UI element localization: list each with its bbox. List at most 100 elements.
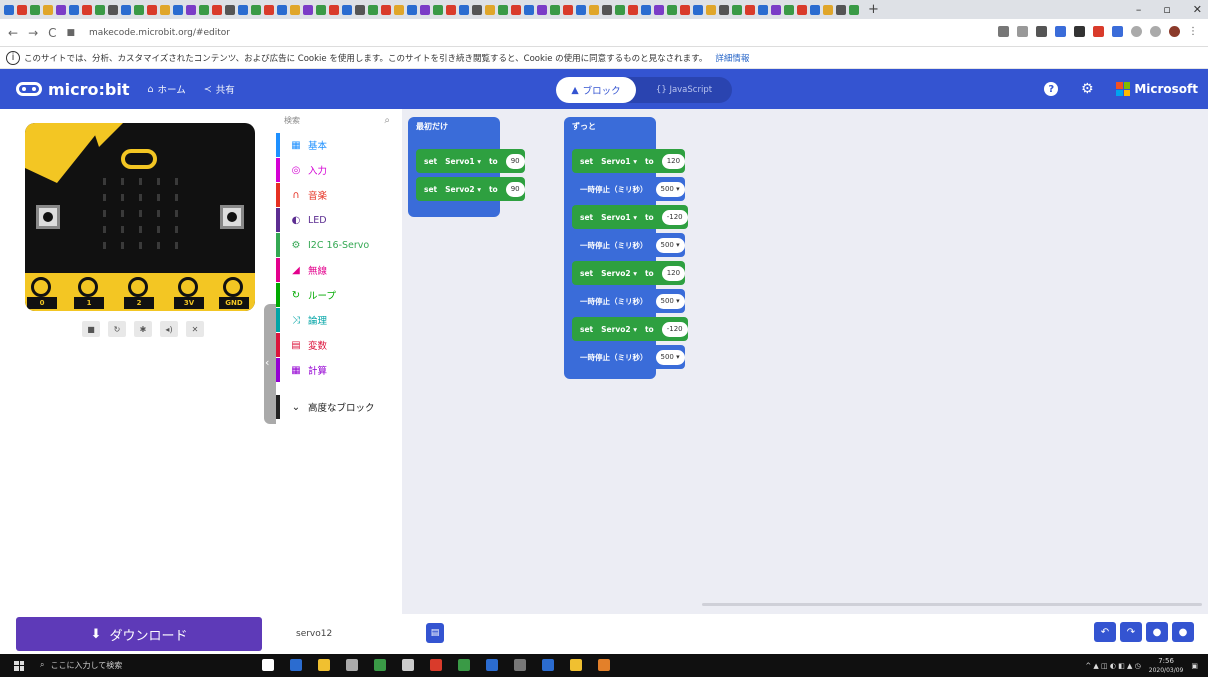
browser-tab[interactable] [199, 4, 209, 15]
zoom-out-icon[interactable]: ● [1146, 622, 1168, 642]
browser-tab[interactable] [69, 4, 79, 15]
pause-value-dropdown[interactable]: 500 ▾ [655, 237, 685, 253]
toolbox-category[interactable]: ↻ ループ [276, 283, 396, 307]
project-name-input[interactable] [296, 624, 426, 644]
value-input[interactable]: -120 [661, 209, 688, 225]
browser-tab[interactable] [524, 4, 534, 15]
browser-tab[interactable] [4, 4, 14, 15]
browser-tab[interactable] [836, 4, 846, 15]
extension-icon[interactable] [1131, 26, 1142, 37]
browser-tab[interactable] [238, 4, 248, 15]
browser-tab[interactable] [394, 4, 404, 15]
browser-tab[interactable] [303, 4, 313, 15]
stop-icon[interactable]: ■ [82, 321, 100, 337]
taskbar-app-icon[interactable] [346, 659, 358, 671]
set-variable-block[interactable]: set Servo2 ▾ to 120 [572, 261, 686, 285]
browser-tab[interactable] [277, 4, 287, 15]
browser-tab[interactable] [589, 4, 599, 15]
tray-icons[interactable]: ^ ▲ ◫ ◐ ◧ ▲ ◷ [1085, 662, 1140, 670]
toolbox-category[interactable]: ⚙ I2C 16-Servo [276, 233, 396, 257]
browser-tab[interactable] [225, 4, 235, 15]
toolbox-search[interactable]: 検索 ⌕ [284, 115, 394, 131]
browser-tab[interactable] [186, 4, 196, 15]
extension-icon[interactable] [1112, 26, 1123, 37]
collapse-simulator-button[interactable]: ‹ [264, 304, 276, 424]
slow-motion-icon[interactable]: ✱ [134, 321, 152, 337]
browser-tab[interactable] [82, 4, 92, 15]
pin-hole[interactable] [128, 277, 148, 297]
toolbox-category[interactable]: ◢ 無線 [276, 258, 396, 282]
browser-tab[interactable] [563, 4, 573, 15]
reload-icon[interactable]: C [48, 26, 56, 40]
browser-tab[interactable] [355, 4, 365, 15]
extension-icon[interactable] [1093, 26, 1104, 37]
browser-tab[interactable] [329, 4, 339, 15]
browser-tab[interactable] [95, 4, 105, 15]
browser-tab[interactable] [212, 4, 222, 15]
pin-hole[interactable] [78, 277, 98, 297]
set-variable-block[interactable]: set Servo1 ▾ to -120 [572, 205, 688, 229]
browser-tab[interactable] [849, 4, 859, 15]
browser-tab[interactable] [498, 4, 508, 15]
browser-tab[interactable] [368, 4, 378, 15]
value-input[interactable]: 90 [505, 181, 525, 197]
extension-icon[interactable] [1055, 26, 1066, 37]
extension-icon[interactable] [998, 26, 1009, 37]
toolbox-category[interactable]: ⌄ 高度なブロック [276, 395, 396, 419]
browser-tab[interactable] [823, 4, 833, 15]
zoom-in-icon[interactable]: ● [1172, 622, 1194, 642]
pause-block[interactable]: 一時停止（ミリ秒） 500 ▾ [572, 177, 685, 201]
button-a[interactable] [36, 205, 60, 229]
value-input[interactable]: 120 [661, 265, 686, 281]
value-input[interactable]: 90 [505, 153, 525, 169]
browser-tab[interactable] [56, 4, 66, 15]
microbit-logo[interactable]: micro:bit [16, 80, 130, 99]
menu-icon[interactable]: ⋮ [1188, 26, 1198, 37]
browser-tab[interactable] [446, 4, 456, 15]
set-variable-block[interactable]: set Servo2 ▾ to 90 [416, 177, 525, 201]
toolbox-category[interactable]: ▦ 計算 [276, 358, 396, 382]
browser-tab[interactable] [30, 4, 40, 15]
browser-tab[interactable] [121, 4, 131, 15]
share-button[interactable]: ≺ 共有 [204, 82, 235, 97]
browser-tab[interactable] [732, 4, 742, 15]
browser-tab[interactable] [758, 4, 768, 15]
mute-icon[interactable]: ◂) [160, 321, 178, 337]
browser-tab[interactable] [316, 4, 326, 15]
browser-tab[interactable] [43, 4, 53, 15]
set-variable-block[interactable]: set Servo1 ▾ to 120 [572, 149, 686, 173]
minimize-icon[interactable]: – [1136, 3, 1142, 16]
browser-tab[interactable] [654, 4, 664, 15]
value-input[interactable]: -120 [661, 321, 688, 337]
browser-tab[interactable] [797, 4, 807, 15]
taskbar-app-icon[interactable] [374, 659, 386, 671]
forward-icon[interactable]: → [28, 26, 38, 40]
new-tab-button[interactable]: + [868, 2, 879, 17]
browser-tab[interactable] [108, 4, 118, 15]
browser-tab[interactable] [537, 4, 547, 15]
browser-tab[interactable] [706, 4, 716, 15]
taskbar-app-icon[interactable] [402, 659, 414, 671]
browser-tab[interactable] [628, 4, 638, 15]
set-variable-block[interactable]: set Servo2 ▾ to -120 [572, 317, 688, 341]
button-b[interactable] [220, 205, 244, 229]
profile-avatar[interactable] [1169, 26, 1180, 37]
browser-tab[interactable] [810, 4, 820, 15]
pause-block[interactable]: 一時停止（ミリ秒） 500 ▾ [572, 345, 685, 369]
browser-tab[interactable] [550, 4, 560, 15]
browser-tab[interactable] [602, 4, 612, 15]
variable-dropdown[interactable]: Servo2 ▾ [445, 185, 481, 194]
browser-tab[interactable] [485, 4, 495, 15]
browser-tab[interactable] [420, 4, 430, 15]
restart-icon[interactable]: ↻ [108, 321, 126, 337]
workspace-scrollbar[interactable] [702, 603, 1202, 606]
extension-icon[interactable] [1150, 26, 1161, 37]
browser-tab[interactable] [459, 4, 469, 15]
variable-dropdown[interactable]: Servo1 ▾ [601, 157, 637, 166]
pause-value-dropdown[interactable]: 500 ▾ [655, 349, 685, 365]
browser-tab[interactable] [407, 4, 417, 15]
notifications-icon[interactable]: ▣ [1191, 662, 1198, 670]
windows-start-icon[interactable] [14, 660, 24, 671]
extension-icon[interactable] [1036, 26, 1047, 37]
taskbar-app-icon[interactable] [318, 659, 330, 671]
